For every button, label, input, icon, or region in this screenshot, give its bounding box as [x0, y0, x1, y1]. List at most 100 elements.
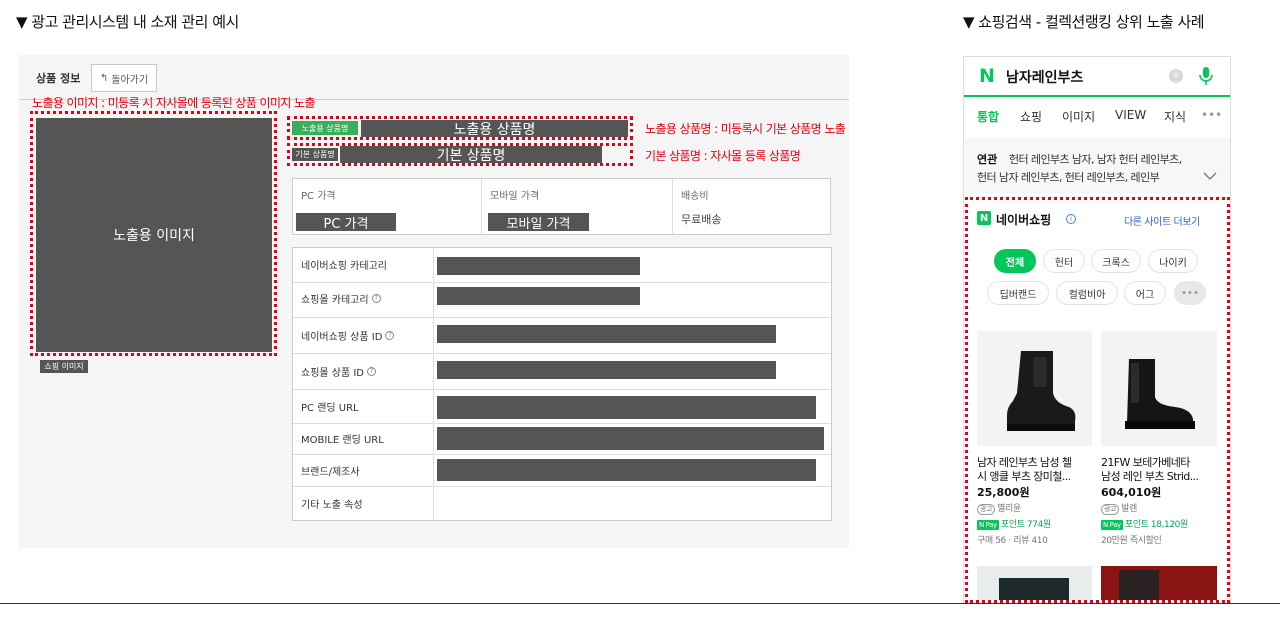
tab-shopping[interactable]: 쇼핑 [1020, 108, 1042, 125]
product-seller: 광고 멸리윤 [977, 501, 1021, 515]
mobile-price-field[interactable]: 모바일 가격 [488, 213, 589, 232]
base-name-annotation: 기본 상품명 : 자사몰 등록 상품명 [645, 149, 801, 163]
chip-ugg[interactable]: 어그 [1124, 281, 1166, 305]
chip-all[interactable]: 전체 [994, 249, 1036, 273]
product-meta: 구매 56 · 리뷰 410 [977, 536, 1048, 546]
display-name-field[interactable]: 노출용 상품명 [361, 120, 628, 138]
base-name-field[interactable]: 기본 상품명 [340, 146, 602, 164]
naver-category-field[interactable] [437, 257, 640, 275]
chip-more[interactable]: ••• [1174, 281, 1206, 305]
clear-icon[interactable]: × [1169, 69, 1183, 83]
display-name-tag: 노출용 상품명 [292, 121, 358, 135]
search-bar [964, 57, 1230, 97]
help-icon[interactable]: ? [371, 293, 381, 303]
npay-icon: N Pay [1101, 520, 1123, 530]
product-price: 604,010원 [1101, 486, 1162, 499]
back-button-label: 돌아가기 [111, 74, 149, 86]
pc-price-label: PC 가격 [301, 191, 336, 202]
boot-icon [1125, 359, 1195, 429]
ad-badge: 광고 [977, 504, 996, 515]
more-tabs-icon[interactable]: ••• [1201, 108, 1222, 122]
points-text: 포인트 18,120원 [1124, 520, 1188, 530]
table-row-label: PC 랜딩 URL [301, 402, 359, 414]
related-label: 연관 [977, 153, 998, 166]
pc-landing-url-field[interactable] [437, 396, 816, 419]
bottom-divider [0, 603, 1280, 604]
product-title-line-2[interactable]: 남성 레인 부츠 Strid... [1101, 468, 1217, 484]
boot-icon [1007, 351, 1076, 431]
back-arrow-icon: ↰ [99, 72, 109, 84]
ad-badge: 광고 [1101, 504, 1120, 515]
product-title-line-2[interactable]: 시 앵클 부츠 장미철... [977, 468, 1092, 484]
right-heading: ▼ 쇼핑검색 - 컬렉션랭킹 상위 노출 사례 [963, 13, 1205, 31]
image-annotation: 노출용 이미지 : 미등록 시 자사몰에 등록된 상품 이미지 노출 [32, 96, 316, 110]
table-row-divider [293, 389, 831, 390]
help-icon[interactable]: ? [367, 366, 377, 376]
table-row-label: 기타 노출 속성 [301, 499, 363, 511]
left-heading: ▼ 광고 관리시스템 내 소재 관리 예시 [16, 13, 239, 31]
tab-images[interactable]: 이미지 [1062, 108, 1095, 125]
base-name-tag: 기본 상품명 [292, 148, 338, 161]
table-row-divider [293, 486, 831, 487]
product-image-partial[interactable] [1101, 566, 1217, 600]
back-button[interactable]: ↰ 돌아가기 [91, 64, 157, 92]
related-line-2[interactable]: 헌터 남자 레인부츠, 헌터 레인부츠, 레인부 [977, 169, 1195, 185]
naver-product-id-field[interactable] [437, 325, 776, 343]
product-price: 25,800원 [977, 486, 1030, 499]
brand-field[interactable] [437, 459, 816, 481]
shopping-image-tag: 쇼핑 이미지 [40, 360, 88, 373]
table-row-divider [293, 423, 831, 424]
npay-icon: N Pay [977, 520, 999, 530]
display-name-annotation: 노출용 상품명 : 미등록시 기본 상품명 노출 [645, 122, 846, 136]
table-row-label: 쇼핑몰 상품 ID? [301, 363, 377, 379]
tab-knowledge[interactable]: 지식 [1164, 108, 1190, 125]
shipping-label: 배송비 [681, 191, 709, 202]
tab-view[interactable]: VIEW [1115, 108, 1146, 122]
help-icon[interactable]: ? [385, 330, 395, 340]
product-meta: 20만원 즉시할인 [1101, 536, 1162, 546]
tab-integrated[interactable]: 통합 [977, 108, 999, 125]
price-separator [481, 179, 482, 234]
display-image-placeholder[interactable]: 노출용 이미지 [36, 118, 272, 352]
table-row-label: 네이버쇼핑 상품 ID? [301, 327, 395, 343]
naver-logo-icon[interactable]: N [977, 65, 997, 87]
shopping-title: 네이버쇼핑 [996, 213, 1052, 227]
chip-columbia[interactable]: 컬럼비아 [1056, 281, 1118, 305]
shipping-value: 무료배송 [681, 213, 722, 226]
table-row-divider [293, 282, 831, 283]
seller-name: 멸리윤 [997, 504, 1021, 514]
naver-shopping-icon: N [977, 211, 991, 225]
table-row-divider [293, 317, 831, 318]
product-points: N Pay 포인트 774원 [977, 517, 1051, 530]
product-image[interactable] [977, 331, 1092, 446]
chip-nike[interactable]: 나이키 [1148, 249, 1198, 273]
mall-category-field[interactable] [437, 287, 640, 305]
price-separator [672, 179, 673, 234]
product-points: N Pay 포인트 18,120원 [1101, 517, 1188, 530]
product-image-partial[interactable] [977, 566, 1092, 600]
other-sites-link[interactable]: 다른 사이트 더보기 [1124, 213, 1200, 228]
info-icon[interactable]: i [1066, 214, 1076, 224]
table-row-divider [293, 353, 831, 354]
table-row-label: 브랜드/제조사 [301, 466, 360, 478]
table-column-divider [433, 248, 434, 520]
pc-price-field[interactable]: PC 가격 [296, 213, 396, 232]
related-line-1[interactable]: 헌터 레인부츠 남자, 남자 헌터 레인부츠, [1009, 151, 1219, 167]
chip-brand-1[interactable]: 딥버캔드 [987, 281, 1049, 305]
table-row-label: 쇼핑몰 카테고리? [301, 290, 381, 306]
search-input[interactable]: 남자레인부츠 [1006, 67, 1083, 87]
table-row-label: 네이버쇼핑 카테고리 [301, 260, 387, 272]
mobile-landing-url-field[interactable] [437, 427, 824, 450]
chip-crocs[interactable]: 크록스 [1091, 249, 1141, 273]
page-title: 상품 정보 [36, 72, 81, 85]
chip-hunter[interactable]: 헌터 [1043, 249, 1085, 273]
mall-product-id-field[interactable] [437, 361, 776, 379]
product-seller: 광고 발렌 [1101, 501, 1137, 515]
points-text: 포인트 774원 [1000, 520, 1051, 530]
product-image[interactable] [1101, 331, 1217, 446]
seller-name: 발렌 [1121, 504, 1137, 514]
display-image-label: 노출용 이미지 [113, 228, 195, 244]
table-row-label: MOBILE 랜딩 URL [301, 434, 384, 446]
microphone-icon[interactable] [1198, 66, 1214, 86]
chevron-down-icon[interactable] [1203, 172, 1217, 181]
